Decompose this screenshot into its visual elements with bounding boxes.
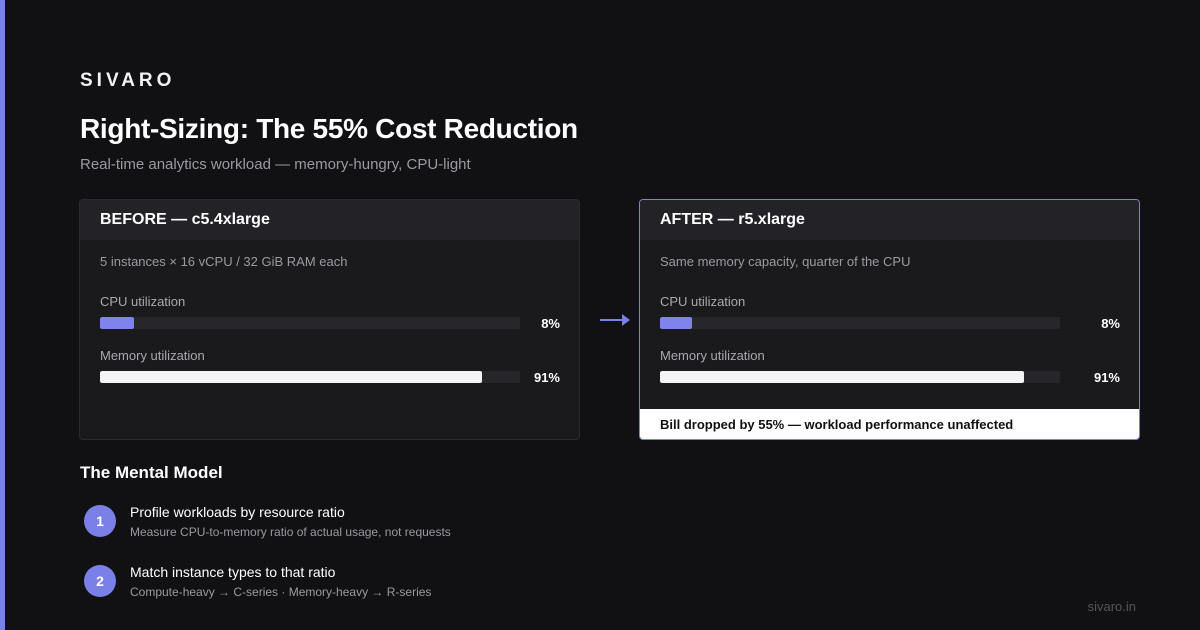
before-cpu-bar-fill <box>100 317 134 329</box>
accent-bar <box>0 0 5 630</box>
after-cpu-value: 8% <box>1101 316 1120 331</box>
before-cpu-bar <box>100 317 520 329</box>
before-card: BEFORE — c5.4xlarge 5 instances × 16 vCP… <box>79 199 580 440</box>
after-description: Same memory capacity, quarter of the CPU <box>660 254 911 269</box>
after-cpu-bar-fill <box>660 317 692 329</box>
before-memory-bar-fill <box>100 371 483 383</box>
before-memory-bar <box>100 371 520 383</box>
result-banner: Bill dropped by 55% — workload performan… <box>640 409 1139 439</box>
before-memory-label: Memory utilization <box>100 348 205 363</box>
step-subtitle: Compute-heavy → C-series · Memory-heavy … <box>130 585 432 599</box>
step-title: Match instance types to that ratio <box>130 564 336 580</box>
after-card-header: AFTER — r5.xlarge <box>640 200 1139 240</box>
after-memory-label: Memory utilization <box>660 348 765 363</box>
after-memory-value: 91% <box>1093 370 1120 385</box>
mental-model-title: The Mental Model <box>80 463 223 482</box>
after-cpu-bar <box>660 317 1060 329</box>
step-number-badge: 1 <box>84 505 116 537</box>
step-number-badge: 2 <box>84 565 116 597</box>
before-cpu-value: 8% <box>541 316 560 331</box>
footer-url: sivaro.in <box>1087 599 1136 614</box>
arrow-right-icon <box>600 314 630 326</box>
before-card-header: BEFORE — c5.4xlarge <box>80 200 579 240</box>
page-subtitle: Real-time analytics workload — memory-hu… <box>80 156 471 173</box>
step-item: 1 Profile workloads by resource ratio Me… <box>84 503 451 539</box>
before-cpu-label: CPU utilization <box>100 294 186 309</box>
step-item: 2 Match instance types to that ratio Com… <box>84 563 431 599</box>
before-description: 5 instances × 16 vCPU / 32 GiB RAM each <box>100 254 348 269</box>
page-title: Right-Sizing: The 55% Cost Reduction <box>80 113 578 144</box>
step-title: Profile workloads by resource ratio <box>130 504 345 520</box>
before-memory-value: 91% <box>533 370 560 385</box>
after-cpu-label: CPU utilization <box>660 294 746 309</box>
step-text: Match instance types to that ratio Compu… <box>130 563 431 599</box>
after-memory-bar-fill <box>660 371 1024 383</box>
after-card: AFTER — r5.xlarge Same memory capacity, … <box>639 199 1140 440</box>
step-subtitle: Measure CPU-to-memory ratio of actual us… <box>130 525 451 539</box>
brand-logo: SIVARO <box>80 70 176 91</box>
after-memory-bar <box>660 371 1060 383</box>
step-text: Profile workloads by resource ratio Meas… <box>130 503 451 539</box>
